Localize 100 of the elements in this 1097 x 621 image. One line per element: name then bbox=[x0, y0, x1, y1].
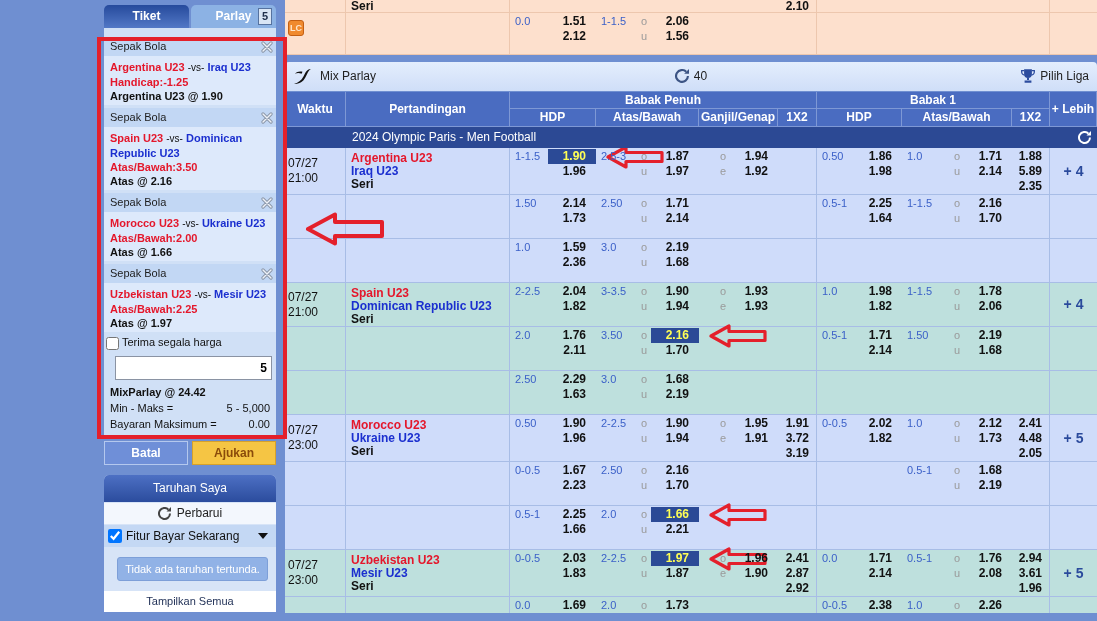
more-markets-link[interactable]: + 5 bbox=[1063, 429, 1084, 447]
odds-value[interactable]: 1.93 bbox=[744, 284, 768, 299]
odds-value[interactable]: 1.94 bbox=[665, 299, 689, 314]
odds-value[interactable]: 2.19 bbox=[665, 240, 689, 255]
odds-value[interactable]: 5.89 bbox=[1018, 164, 1042, 179]
refresh-button[interactable]: 40 bbox=[674, 69, 708, 84]
odds-value[interactable]: 1.87 bbox=[665, 566, 689, 581]
odds-value[interactable]: 1.82 bbox=[562, 299, 586, 314]
odds-value[interactable]: 1.98 bbox=[868, 284, 892, 299]
odds-value[interactable]: 1.63 bbox=[562, 387, 586, 402]
odds-value[interactable]: 2.14 bbox=[978, 164, 1002, 179]
odds-value[interactable]: 2.14 bbox=[868, 343, 892, 358]
odds-value[interactable]: 2.36 bbox=[562, 255, 586, 270]
submit-button[interactable]: Ajukan bbox=[192, 441, 276, 465]
odds-value[interactable]: 1.69 bbox=[562, 598, 586, 613]
odds-value[interactable]: 1.70 bbox=[665, 478, 689, 493]
odds-value[interactable]: 1.59 bbox=[562, 240, 586, 255]
refresh-button[interactable]: Perbarui bbox=[104, 503, 276, 524]
odds-value[interactable]: 2.25 bbox=[562, 507, 586, 522]
odds-value[interactable]: 1.64 bbox=[868, 211, 892, 226]
odds-value[interactable]: 2.23 bbox=[562, 478, 586, 493]
odds-value[interactable]: 1.97 bbox=[665, 164, 689, 179]
tab[interactable]: Parlay 5 bbox=[191, 5, 276, 28]
odds-value[interactable]: 1.67 bbox=[562, 463, 586, 478]
odds-value[interactable]: 1.86 bbox=[868, 149, 892, 164]
odds-value[interactable]: 1.71 bbox=[978, 149, 1002, 164]
odds-value[interactable]: 1.78 bbox=[978, 284, 1002, 299]
odds-value[interactable]: 2.87 bbox=[785, 566, 809, 581]
odds-value[interactable]: 1.56 bbox=[665, 29, 689, 44]
caret-down-icon[interactable] bbox=[258, 533, 268, 539]
odds-value[interactable]: 1.83 bbox=[562, 566, 586, 581]
close-icon[interactable] bbox=[261, 111, 273, 124]
odds-value[interactable]: 1.94 bbox=[744, 149, 768, 164]
odds-value[interactable]: 1.70 bbox=[978, 211, 1002, 226]
odds-value[interactable]: 1.96 bbox=[1018, 581, 1042, 596]
close-icon[interactable] bbox=[261, 267, 273, 280]
more-markets-link[interactable]: + 4 bbox=[1063, 296, 1084, 313]
odds-value[interactable]: 1.91 bbox=[744, 431, 768, 446]
odds-value[interactable]: 1.92 bbox=[744, 164, 768, 179]
odds-value[interactable]: 1.90 bbox=[665, 284, 689, 299]
odds-value[interactable]: 1.88 bbox=[1018, 149, 1042, 164]
odds-value[interactable]: 2.19 bbox=[665, 387, 689, 402]
odds-value[interactable]: 2.29 bbox=[562, 372, 586, 387]
checkbox[interactable] bbox=[108, 529, 122, 543]
odds-value[interactable]: 2.25 bbox=[868, 196, 892, 211]
show-all-button[interactable]: Tampilkan Semua bbox=[104, 591, 276, 612]
odds-value[interactable]: 3.72 bbox=[785, 431, 809, 446]
odds-value[interactable]: 2.03 bbox=[562, 551, 586, 566]
odds-value[interactable]: 2.02 bbox=[868, 416, 892, 431]
odds-value[interactable]: 2.92 bbox=[785, 581, 809, 596]
odds-value[interactable]: 2.05 bbox=[1018, 446, 1042, 461]
odds-value[interactable]: 4.48 bbox=[1018, 431, 1042, 446]
close-icon[interactable] bbox=[261, 40, 273, 53]
odds-value[interactable]: 2.11 bbox=[563, 343, 586, 358]
odds-value[interactable]: 1.71 bbox=[868, 551, 892, 566]
odds-value[interactable]: 2.04 bbox=[562, 284, 586, 299]
odds-value[interactable]: 2.12 bbox=[562, 29, 586, 44]
checkbox[interactable] bbox=[106, 336, 119, 350]
odds-value[interactable]: 2.06 bbox=[665, 14, 689, 29]
odds-value[interactable]: 2.08 bbox=[978, 566, 1002, 581]
odds-value[interactable]: 1.51 bbox=[562, 14, 586, 29]
more-markets-link[interactable]: + 5 bbox=[1063, 564, 1084, 582]
odds-value[interactable]: 1.76 bbox=[562, 328, 586, 343]
refresh-icon[interactable] bbox=[1078, 131, 1091, 144]
odds-value[interactable]: 2.14 bbox=[665, 211, 689, 226]
league-picker-button[interactable]: Pilih Liga bbox=[1021, 69, 1089, 84]
odds-value[interactable]: 2.35 bbox=[1018, 179, 1042, 194]
odds-value[interactable]: 2.19 bbox=[978, 478, 1002, 493]
odds-value[interactable]: 1.91 bbox=[785, 416, 809, 431]
odds-value[interactable]: 2.26 bbox=[978, 598, 1002, 613]
odds-value[interactable]: 1.66 bbox=[651, 507, 699, 522]
odds-value[interactable]: 1.68 bbox=[665, 255, 689, 270]
odds-value[interactable]: 1.66 bbox=[562, 522, 586, 537]
odds-value[interactable]: 2.19 bbox=[978, 328, 1002, 343]
odds-value[interactable]: 2.16 bbox=[978, 196, 1002, 211]
odds-value[interactable]: 1.90 bbox=[744, 566, 768, 581]
odds-value[interactable]: 1.73 bbox=[978, 431, 1002, 446]
odds-value[interactable]: 1.94 bbox=[665, 431, 689, 446]
odds-value[interactable]: 1.73 bbox=[665, 598, 689, 613]
odds-value[interactable]: 2.94 bbox=[1018, 551, 1042, 566]
odds-value[interactable]: 1.93 bbox=[744, 299, 768, 314]
odds-value[interactable]: 1.71 bbox=[868, 328, 892, 343]
odds-value[interactable]: 1.96 bbox=[562, 164, 586, 179]
odds-value[interactable]: 2.41 bbox=[785, 551, 809, 566]
odds-value[interactable]: 2.21 bbox=[665, 522, 689, 537]
odds-value[interactable]: 2.06 bbox=[978, 299, 1002, 314]
more-markets-link[interactable]: + 4 bbox=[1063, 162, 1084, 180]
odds-value[interactable]: 2.10 bbox=[785, 0, 809, 12]
stake-input[interactable]: 5 bbox=[115, 356, 272, 380]
odds-value[interactable]: 1.82 bbox=[868, 431, 892, 446]
odds-value[interactable]: 2.16 bbox=[665, 463, 689, 478]
odds-value[interactable]: 2.16 bbox=[651, 328, 699, 343]
odds-value[interactable]: 1.90 bbox=[665, 416, 689, 431]
odds-value[interactable]: 1.90 bbox=[548, 149, 596, 164]
odds-value[interactable]: 2.38 bbox=[868, 598, 892, 613]
odds-value[interactable]: 3.61 bbox=[1018, 566, 1042, 581]
odds-value[interactable]: 1.68 bbox=[978, 463, 1002, 478]
odds-value[interactable]: 1.87 bbox=[665, 149, 689, 164]
odds-value[interactable]: 1.70 bbox=[665, 343, 689, 358]
odds-value[interactable]: 1.82 bbox=[868, 299, 892, 314]
